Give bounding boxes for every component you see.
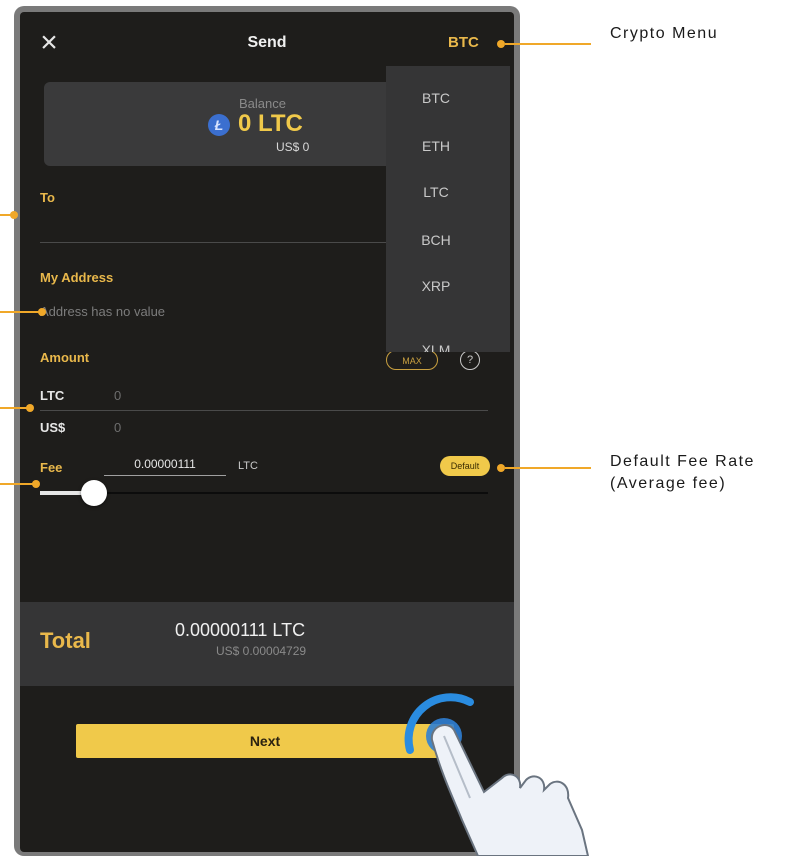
balance-usd: US$ 0	[276, 140, 310, 154]
amount-usd-unit: US$	[40, 420, 66, 435]
crypto-option-btc[interactable]: BTC	[386, 90, 486, 106]
total-label: Total	[40, 628, 91, 653]
question-icon[interactable]: ?	[460, 350, 480, 370]
fee-input[interactable]: 0.00000111	[104, 457, 226, 476]
tap-hand-icon	[404, 693, 590, 856]
callout-dot	[38, 308, 46, 316]
amount-ltc-input[interactable]: 0	[114, 388, 121, 403]
crypto-menu: BTC ETH LTC BCH XRP XLM	[386, 66, 510, 352]
default-fee-button[interactable]: Default	[440, 456, 490, 476]
callout-dot	[497, 40, 505, 48]
callout-dot	[26, 404, 34, 412]
crypto-option-ltc[interactable]: LTC	[386, 184, 486, 200]
max-button[interactable]: MAX	[386, 350, 438, 370]
total-usd: US$ 0.00004729	[216, 644, 307, 658]
crypto-option-xlm[interactable]: XLM	[386, 342, 486, 352]
crypto-menu-annotation: Crypto Menu	[610, 25, 719, 42]
default-fee-annotation-title: Default Fee Rate	[610, 453, 755, 470]
crypto-option-bch[interactable]: BCH	[386, 232, 486, 248]
callout-line	[0, 483, 34, 485]
fee-label: Fee	[40, 460, 63, 475]
callout-line	[0, 407, 28, 409]
amount-divider	[40, 410, 488, 411]
callout-line	[505, 467, 591, 469]
to-label: To	[40, 190, 55, 205]
fee-slider-track[interactable]	[40, 492, 488, 494]
callout-dot	[32, 480, 40, 488]
my-address-label: My Address	[40, 270, 114, 285]
callout-line	[0, 311, 40, 313]
balance-label: Balance	[239, 96, 286, 111]
callout-dot	[497, 464, 505, 472]
callout-line	[505, 43, 591, 45]
my-address-value: Address has no value	[40, 304, 166, 319]
crypto-option-xrp[interactable]: XRP	[386, 278, 486, 294]
balance-value: 0 LTC	[238, 110, 303, 137]
fee-unit: LTC	[238, 460, 258, 472]
total-panel: Total 0.00000111 LTC US$ 0.00004729	[20, 602, 514, 686]
crypto-option-eth[interactable]: ETH	[386, 138, 486, 154]
callout-dot	[10, 211, 18, 219]
litecoin-icon: Ł	[208, 114, 230, 136]
amount-label: Amount	[40, 350, 90, 365]
total-value: 0.00000111 LTC	[175, 620, 306, 640]
amount-ltc-unit: LTC	[40, 388, 65, 403]
page-title: Send	[247, 34, 287, 51]
default-fee-annotation-subtitle: (Average fee)	[610, 475, 727, 492]
amount-usd-input[interactable]: 0	[114, 420, 121, 435]
fee-slider-thumb[interactable]	[81, 480, 107, 506]
crypto-menu-button[interactable]: BTC	[448, 34, 479, 51]
